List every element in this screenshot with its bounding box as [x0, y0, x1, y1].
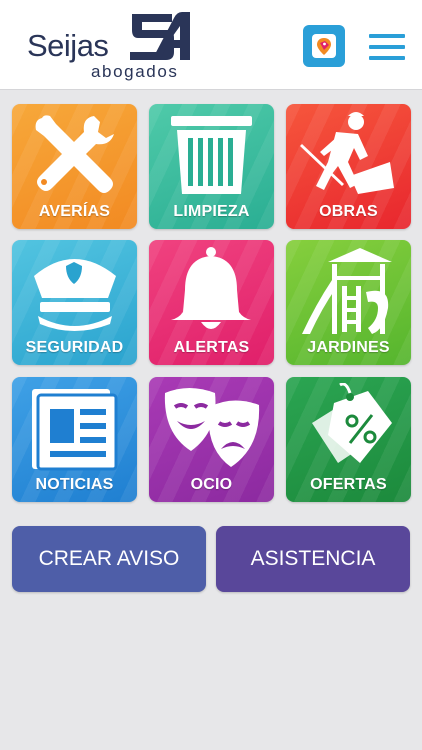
tile-ocio[interactable]: OCIO [149, 377, 274, 502]
tile-ofertas[interactable]: OFERTAS [286, 377, 411, 502]
logo-subtitle: abogados [91, 62, 179, 81]
app-header: Seijas abogados [0, 0, 422, 90]
tile-alertas[interactable]: ALERTAS [149, 240, 274, 365]
wrench-screwdriver-icon [35, 115, 114, 193]
crear-aviso-button[interactable]: CREAR AVISO [12, 526, 206, 592]
tile-seguridad[interactable]: SEGURIDAD [12, 240, 137, 365]
newspaper-icon [32, 389, 118, 471]
tile-label: NOTICIAS [35, 476, 114, 493]
logo-sa-monogram [130, 12, 190, 60]
tile-noticias[interactable]: NOTICIAS [12, 377, 137, 502]
tile-averias[interactable]: AVERÍAS [12, 104, 137, 229]
tile-label: OBRAS [319, 203, 378, 220]
hamburger-menu-icon[interactable] [369, 34, 405, 60]
police-cap-icon [34, 259, 116, 331]
tile-label: OFERTAS [310, 476, 387, 493]
tile-label: OCIO [190, 476, 233, 493]
theater-masks-icon [164, 388, 260, 467]
tile-label: ALERTAS [173, 339, 250, 356]
discount-tag-icon [312, 383, 392, 463]
logo-wordmark: Seijas [27, 28, 109, 63]
construction-worker-icon [300, 112, 394, 194]
tile-obras[interactable]: OBRAS [286, 104, 411, 229]
asistencia-button[interactable]: ASISTENCIA [216, 526, 410, 592]
playground-icon [302, 248, 392, 334]
tile-label: LIMPIEZA [173, 203, 250, 220]
seijas-abogados-logo[interactable]: Seijas abogados [27, 8, 197, 82]
tile-label: SEGURIDAD [25, 339, 124, 356]
tile-label: JARDINES [307, 339, 390, 356]
tile-jardines[interactable]: JARDINES [286, 240, 411, 365]
trash-bin-icon [171, 116, 252, 194]
map-pin-tag-icon[interactable] [303, 25, 345, 67]
tile-label: AVERÍAS [38, 203, 111, 220]
bell-icon [171, 247, 251, 329]
tile-limpieza[interactable]: LIMPIEZA [149, 104, 274, 229]
